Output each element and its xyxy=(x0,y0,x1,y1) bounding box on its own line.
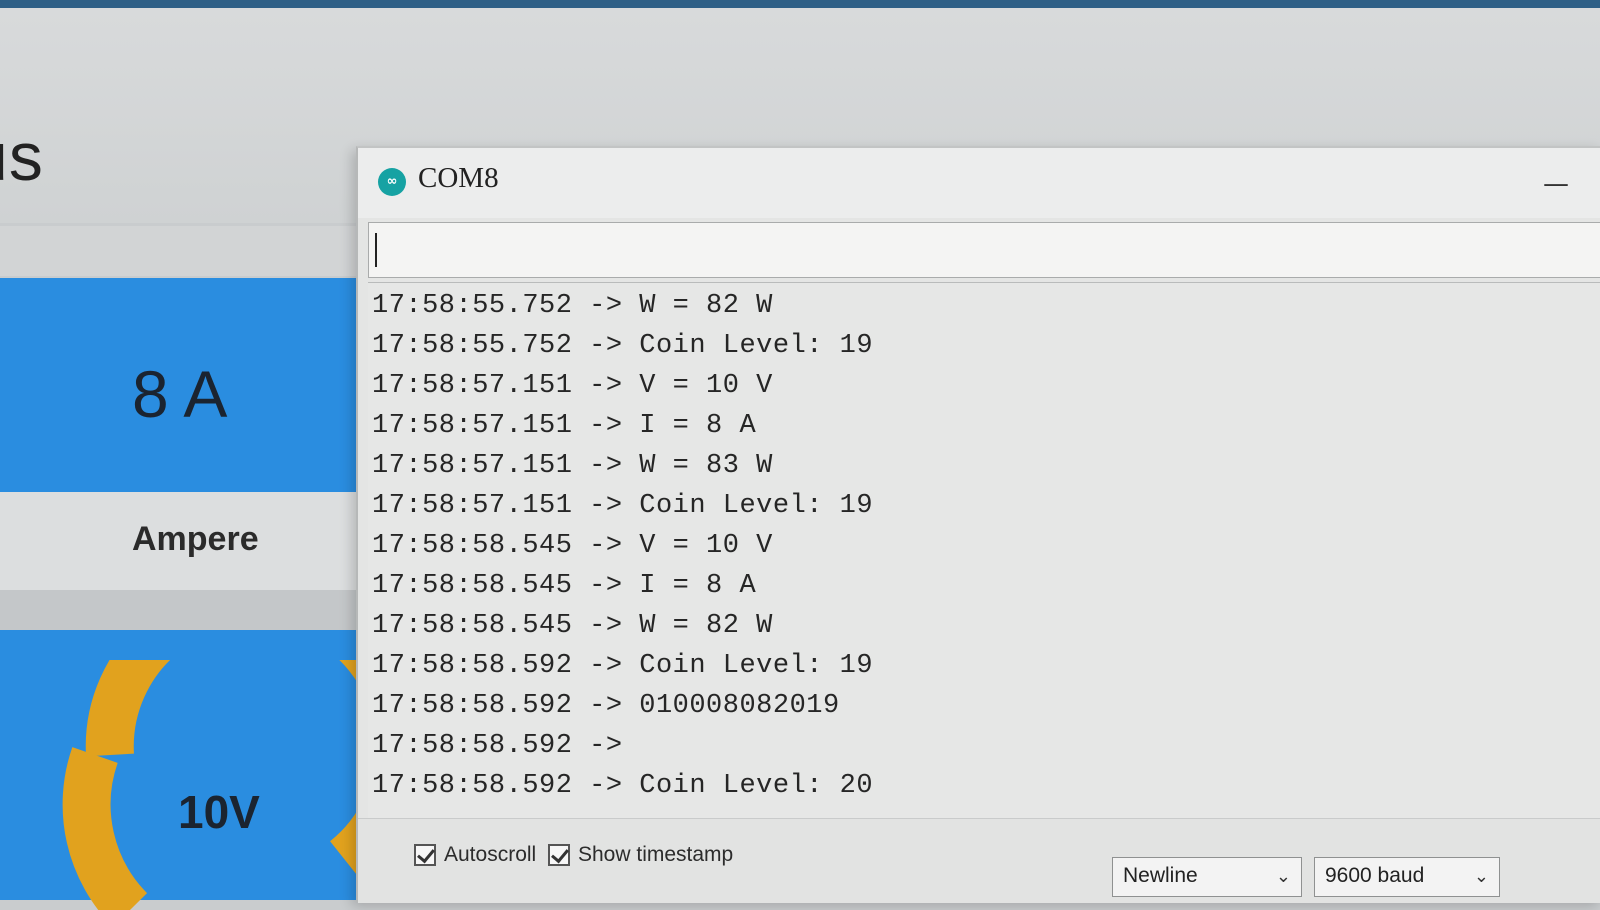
send-input[interactable] xyxy=(369,223,1600,277)
output-line: 17:58:57.151 -> Coin Level: 19 xyxy=(372,491,874,521)
window-titlebar[interactable]: ∞ COM8 — xyxy=(358,148,1600,218)
chevron-down-icon: ⌄ xyxy=(1275,866,1291,887)
send-input-row xyxy=(368,222,1600,278)
dashboard-top-strip xyxy=(0,0,1600,8)
serial-output[interactable]: 17:58:55.752 -> W = 82 W 17:58:55.752 ->… xyxy=(368,282,1600,819)
baud-rate-select[interactable]: 9600 baud ⌄ xyxy=(1314,857,1500,897)
current-label: Ampere xyxy=(132,520,259,558)
output-line: 17:58:57.151 -> W = 83 W xyxy=(372,451,773,481)
card-separator xyxy=(0,590,390,630)
baud-rate-value: 9600 baud xyxy=(1325,864,1425,887)
dashboard-title: us xyxy=(0,119,44,195)
arduino-infinity-icon: ∞ xyxy=(378,168,406,196)
autoscroll-checkbox[interactable]: Autoscroll xyxy=(414,843,536,867)
output-line: 17:58:58.592 -> Coin Level: 20 xyxy=(372,771,874,801)
line-ending-select[interactable]: Newline ⌄ xyxy=(1112,857,1302,897)
autoscroll-label: Autoscroll xyxy=(444,843,537,866)
chevron-down-icon: ⌄ xyxy=(1473,866,1489,887)
show-timestamp-checkbox[interactable]: Show timestamp xyxy=(548,843,733,867)
output-line: 17:58:55.752 -> W = 82 W xyxy=(372,291,773,321)
output-line: 17:58:58.592 -> 010008082019 xyxy=(372,691,840,721)
show-timestamp-label: Show timestamp xyxy=(578,843,734,866)
output-line: 17:58:58.592 -> xyxy=(372,731,623,761)
dashboard-divider xyxy=(0,226,380,276)
serial-monitor-window: ∞ COM8 — 17:58:55.752 -> W = 82 W 17:58:… xyxy=(356,146,1600,903)
minimize-button[interactable]: — xyxy=(1542,171,1570,197)
output-line: 17:58:58.592 -> Coin Level: 19 xyxy=(372,651,874,681)
window-title: COM8 xyxy=(418,162,499,194)
voltage-value: 10V xyxy=(178,786,260,838)
show-timestamp-check-icon xyxy=(548,844,570,866)
output-line: 17:58:55.752 -> Coin Level: 19 xyxy=(372,331,874,361)
voltage-gauge-arc-left xyxy=(62,747,148,910)
current-value: 8 A xyxy=(132,357,228,431)
output-line: 17:58:58.545 -> I = 8 A xyxy=(372,571,757,601)
output-line: 17:58:58.545 -> W = 82 W xyxy=(372,611,773,641)
monitor-bottom-bar: Autoscroll Show timestamp Newline ⌄ 9600… xyxy=(358,818,1600,903)
output-line: 17:58:58.545 -> V = 10 V xyxy=(372,531,773,561)
output-line: 17:58:57.151 -> V = 10 V xyxy=(372,371,773,401)
output-line: 17:58:57.151 -> I = 8 A xyxy=(372,411,757,441)
autoscroll-check-icon xyxy=(414,844,436,866)
line-ending-value: Newline xyxy=(1123,864,1198,887)
text-caret xyxy=(375,233,377,267)
